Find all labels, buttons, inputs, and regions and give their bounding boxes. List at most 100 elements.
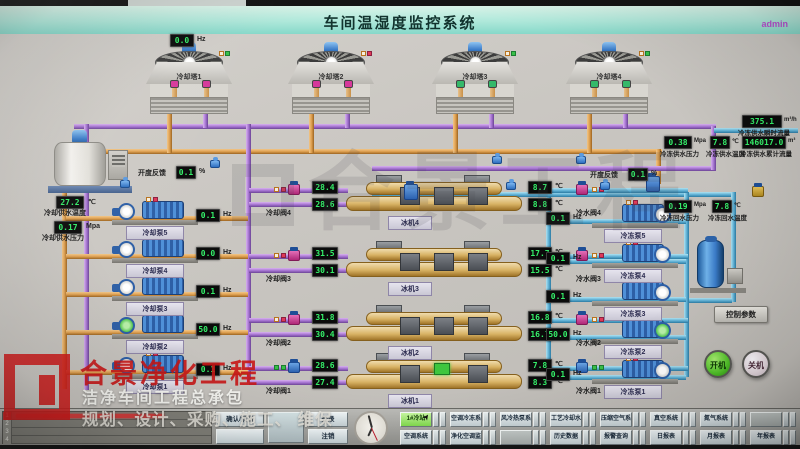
logout-button[interactable]: 注销 <box>308 429 348 444</box>
bezel-glare <box>128 0 246 6</box>
expansion-tank[interactable] <box>697 240 724 288</box>
pump-motor-icon <box>142 355 184 373</box>
nav-vacuum-system[interactable]: 真空系统 <box>650 412 682 427</box>
chiller-label: 冰机1 <box>388 394 432 408</box>
start-button[interactable]: 开机 <box>704 350 732 378</box>
temperature-sensor-icon <box>600 182 610 190</box>
hz-unit: Hz <box>573 254 582 261</box>
nav-cleanroom-hvac-monitor[interactable]: 净化空调监控系统 <box>450 430 482 445</box>
hz-unit: Hz <box>573 370 582 377</box>
pump-impeller-icon <box>118 279 135 296</box>
chiller-1[interactable] <box>346 358 522 392</box>
status-panel <box>268 412 304 443</box>
hz-unit: Hz <box>223 249 232 256</box>
chiller2-chw-in: 16.8 <box>528 311 552 324</box>
pump-impeller-icon <box>118 357 135 374</box>
chiller4-chw-in: 8.7 <box>528 181 552 194</box>
pump-impeller-icon <box>654 322 671 339</box>
vessel-base <box>690 288 746 293</box>
nav-chiller-plant-1[interactable]: 1#冷站 <box>400 412 432 427</box>
nav-nitrogen-system[interactable]: 氮气系统 <box>700 412 732 427</box>
alarm-ack-button[interactable]: 确认/消音 <box>216 412 264 427</box>
cooling-valve-icon[interactable] <box>288 362 300 373</box>
pump-label: 冷冻泵5 <box>604 229 662 243</box>
nav-alarm-query[interactable]: 报警查询 <box>600 430 632 445</box>
cooling-supply-temp-label: 冷却供水温度 <box>44 208 86 218</box>
alarm-secondary-button[interactable] <box>216 429 264 444</box>
cooling-pump2-hz: 50.0 <box>196 323 220 336</box>
pipe <box>489 112 494 128</box>
hz-unit: Hz <box>573 330 582 337</box>
main-valve-actuator-icon[interactable] <box>404 184 418 200</box>
cooling-tower-1[interactable]: 冷却塔1 <box>146 42 232 114</box>
cooling-valve-icon[interactable] <box>288 184 300 195</box>
chiller-3[interactable] <box>346 246 522 280</box>
nav-spare-button-2[interactable] <box>500 430 532 445</box>
stop-button[interactable]: 关机 <box>742 350 770 378</box>
pump-motor-icon <box>142 315 184 333</box>
flow-unit: m³/h <box>784 117 797 123</box>
cooling-pump-4[interactable] <box>112 238 198 263</box>
nav-compressed-air-system[interactable]: 压缩空气系统 <box>600 412 632 427</box>
chilled-pump2-hz: 50.0 <box>546 328 570 341</box>
nav-heatpump-system[interactable]: 风冷热泵系统 <box>500 412 532 427</box>
pump-motor-icon <box>142 277 184 295</box>
cooling-tower-4[interactable]: 冷却塔4 <box>566 42 652 114</box>
pump-label: 冷却泵1 <box>126 380 184 394</box>
valve-label: 冷却阀3 <box>266 274 291 284</box>
bypass-valve-icon[interactable] <box>752 186 764 197</box>
chiller-2[interactable] <box>346 310 522 344</box>
cooling-pump-2[interactable] <box>112 314 198 339</box>
login-button[interactable]: 登录 <box>308 412 348 427</box>
nav-monthly-report[interactable]: 月报表 <box>700 430 732 445</box>
pump-motor-icon <box>142 239 184 257</box>
chilled-valve-icon[interactable] <box>576 314 588 325</box>
alarm-text <box>16 414 164 418</box>
cooling-pump-1[interactable] <box>112 354 198 379</box>
chiller-label: 冰机2 <box>388 346 432 360</box>
cooling-pump-5[interactable] <box>112 200 198 225</box>
tower-valve-icon <box>488 80 497 88</box>
tower-valve-icon <box>312 80 321 88</box>
pipe <box>453 112 458 153</box>
cooling-tower-2[interactable]: 冷却塔2 <box>288 42 374 114</box>
control-params-button[interactable]: 控制参数 <box>714 306 768 323</box>
monitor-bezel <box>0 0 800 6</box>
chilled-pump-4[interactable] <box>592 243 678 268</box>
chilled-pump-3[interactable] <box>592 281 678 306</box>
celsius-unit: ℃ <box>734 202 741 209</box>
tower1-fan-hz-value: 0.0 <box>170 34 194 47</box>
hmi-screen: 车间温湿度监控系统 admin 0.0 Hz 冷却塔1 <box>0 0 800 449</box>
chilled-pump-1[interactable] <box>592 359 678 384</box>
alarm-list[interactable]: 1 2 3 4 <box>2 411 212 444</box>
nav-ahu-chilled-system[interactable]: 空调冷冻系统 <box>450 412 482 427</box>
tower-valve-icon <box>590 80 599 88</box>
chiller-4[interactable] <box>346 180 522 214</box>
cooling-tower-3[interactable]: 冷却塔3 <box>432 42 518 114</box>
nav-spare-button[interactable] <box>750 412 782 427</box>
cooling-water-tank[interactable] <box>54 142 106 186</box>
hz-unit: Hz <box>197 36 206 43</box>
valve-label: 冷水阀3 <box>576 274 601 284</box>
celsius-unit: ℃ <box>732 138 739 145</box>
pump-motor-icon <box>142 201 184 219</box>
pipe <box>246 124 251 382</box>
tower-valve-icon <box>344 80 353 88</box>
title-bar: 车间温湿度监控系统 admin <box>0 6 800 34</box>
orange-drop-valve-icon[interactable] <box>646 176 660 192</box>
tank-control-cabinet <box>108 150 128 180</box>
cooling-pump-3[interactable] <box>112 276 198 301</box>
valve-actuator-icon <box>210 160 220 168</box>
nav-hvac-system[interactable]: 空调系统 <box>400 430 432 445</box>
nav-process-cooling-system[interactable]: 工艺冷却水系统 <box>550 412 582 427</box>
nav-history-data[interactable]: 历史数据 <box>550 430 582 445</box>
cooling-valve-icon[interactable] <box>288 314 300 325</box>
nav-daily-report[interactable]: 日报表 <box>650 430 682 445</box>
nav-yearly-report[interactable]: 年报表 <box>750 430 782 445</box>
hz-unit: Hz <box>573 292 582 299</box>
tower-valve-icon <box>202 80 211 88</box>
logged-in-user[interactable]: admin <box>761 19 788 29</box>
chilled-valve-icon[interactable] <box>576 184 588 195</box>
chilled-pump-2[interactable] <box>592 319 678 344</box>
cooling-valve-icon[interactable] <box>288 250 300 261</box>
